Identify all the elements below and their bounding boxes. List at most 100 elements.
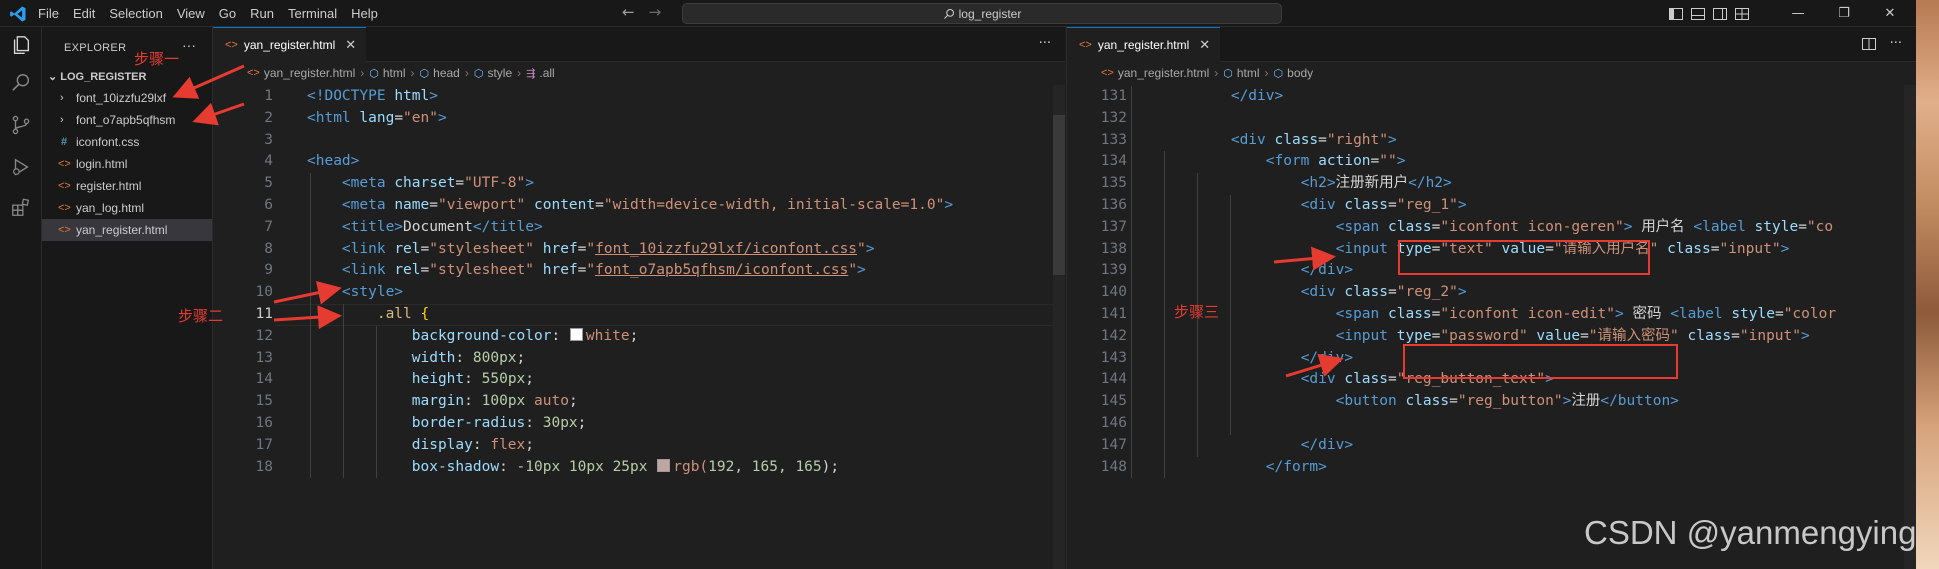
tree-folder-item[interactable]: › font_o7apb5qfhsm <box>42 109 212 131</box>
breadcrumb-separator: › <box>464 66 469 80</box>
breadcrumb-item[interactable]: html <box>383 66 406 80</box>
tree-folder-item[interactable]: › font_10izzfu29lxf <box>42 87 212 109</box>
breadcrumb-item[interactable]: head <box>433 66 460 80</box>
menu-selection[interactable]: Selection <box>109 6 162 21</box>
menu-edit[interactable]: Edit <box>73 6 95 21</box>
html-file-icon: <> <box>1079 39 1092 51</box>
code-line[interactable]: 3 <box>213 130 1065 152</box>
menu-go[interactable]: Go <box>219 6 236 21</box>
scrollbar-track[interactable] <box>1904 85 1916 569</box>
close-tab-icon[interactable]: ✕ <box>345 37 356 53</box>
code-area-right[interactable]: 131 </div> 132 133 <div class="right"> 134 … <box>1067 85 1916 569</box>
command-center-search[interactable]: log_register <box>682 3 1282 24</box>
toggle-primary-sidebar-icon[interactable] <box>1665 0 1687 27</box>
code-line[interactable]: 7 <title>Document</title> <box>213 217 1065 239</box>
color-swatch[interactable] <box>657 458 671 472</box>
code-line[interactable]: 15 margin: 100px auto; <box>213 391 1065 413</box>
code-line[interactable]: 134 <form action=""> <box>1067 151 1916 173</box>
code-line[interactable]: 147 </div> <box>1067 435 1916 457</box>
code-line[interactable]: 131 </div> <box>1067 86 1916 108</box>
line-number: 12 <box>255 327 273 344</box>
close-window-icon[interactable]: ✕ <box>1867 0 1913 27</box>
code-line[interactable]: 132 <box>1067 108 1916 130</box>
breadcrumb-item[interactable]: yan_register.html <box>1118 66 1209 80</box>
annotation-step2: 步骤二 <box>178 307 224 325</box>
highlight-box-icon-edit <box>1403 344 1678 379</box>
tab-yan-register-left[interactable]: <> yan_register.html ✕ <box>213 27 367 62</box>
breadcrumb-item[interactable]: .all <box>539 66 554 80</box>
code-area-left[interactable]: 1 <!DOCTYPE html> 2 <html lang="en"> 3 4 <head… <box>213 85 1065 569</box>
code-line[interactable]: 133 <div class="right"> <box>1067 130 1916 152</box>
code-line[interactable]: 17 display: flex; <box>213 435 1065 457</box>
code-line[interactable]: 5 <meta charset="UTF-8"> <box>213 173 1065 195</box>
breadcrumb-item[interactable]: style <box>487 66 512 80</box>
code-line[interactable]: 11 .all { <box>213 304 1065 326</box>
run-debug-icon[interactable] <box>7 153 35 181</box>
line-number: 141 <box>1100 306 1127 322</box>
tree-item-label: yan_log.html <box>76 201 145 215</box>
line-number: 5 <box>264 175 273 192</box>
scrollbar-thumb[interactable] <box>1053 115 1065 275</box>
source-control-icon[interactable] <box>7 111 35 139</box>
symbol-icon: ⬡ <box>1273 67 1284 80</box>
breadcrumb-item[interactable]: yan_register.html <box>264 66 355 80</box>
code-line[interactable]: 6 <meta name="viewport" content="width=d… <box>213 195 1065 217</box>
code-line[interactable]: 14 height: 550px; <box>213 369 1065 391</box>
code-line[interactable]: 9 <link rel="stylesheet" href="font_o7ap… <box>213 260 1065 282</box>
title-bar: File Edit Selection View Go Run Terminal… <box>0 0 1939 27</box>
menu-run[interactable]: Run <box>250 6 274 21</box>
more-actions-icon[interactable]: ··· <box>1039 36 1051 51</box>
code-text: </div> <box>1300 436 1354 453</box>
tree-file-item[interactable]: <> register.html <box>42 175 212 197</box>
code-line[interactable]: 146 <box>1067 413 1916 435</box>
breadcrumb-item[interactable]: body <box>1287 66 1313 80</box>
toggle-panel-icon[interactable] <box>1687 0 1709 27</box>
back-arrow-icon[interactable]: ← <box>622 3 635 21</box>
code-line[interactable]: 135 <h2>注册新用户</h2> <box>1067 173 1916 195</box>
html-file-icon: <> <box>58 202 71 214</box>
minimize-icon[interactable]: — <box>1775 0 1821 27</box>
forward-arrow-icon[interactable]: → <box>649 3 662 21</box>
tree-file-item[interactable]: <> yan_log.html <box>42 197 212 219</box>
tab-yan-register-right[interactable]: <> yan_register.html ✕ <box>1067 27 1221 62</box>
toggle-secondary-sidebar-icon[interactable] <box>1709 0 1731 27</box>
code-line[interactable]: 148 </form> <box>1067 457 1916 479</box>
line-number: 131 <box>1100 88 1127 104</box>
code-line[interactable]: 145 <button class="reg_button">注册</butto… <box>1067 391 1916 413</box>
split-editor-icon[interactable] <box>1861 37 1876 50</box>
more-actions-icon[interactable]: ··· <box>1890 36 1902 51</box>
more-actions-icon[interactable]: ··· <box>182 37 196 53</box>
code-line[interactable]: 4 <head> <box>213 151 1065 173</box>
code-line[interactable]: 136 <div class="reg_1"> <box>1067 195 1916 217</box>
restore-icon[interactable]: ❐ <box>1821 0 1867 27</box>
color-swatch[interactable] <box>569 327 583 341</box>
breadcrumb-separator: › <box>517 66 522 80</box>
left-editor-actions: ··· <box>1039 36 1051 51</box>
search-sidebar-icon[interactable] <box>7 69 35 97</box>
customize-layout-icon[interactable] <box>1731 0 1753 27</box>
code-line[interactable]: 18 box-shadow: -10px 10px 25px rgb(192, … <box>213 457 1065 479</box>
code-line[interactable]: 137 <span class="iconfont icon-geren"> 用… <box>1067 217 1916 239</box>
breadcrumb-item[interactable]: html <box>1237 66 1260 80</box>
code-line[interactable]: 13 width: 800px; <box>213 348 1065 370</box>
tree-file-item[interactable]: # iconfont.css <box>42 131 212 153</box>
code-line[interactable]: 12 background-color: white; <box>213 326 1065 348</box>
close-tab-icon[interactable]: ✕ <box>1199 37 1210 53</box>
chevron-right-icon: › <box>60 114 64 126</box>
workspace-folder[interactable]: ⌄ LOG_REGISTER <box>48 70 146 83</box>
menu-file[interactable]: File <box>38 6 59 21</box>
code-line[interactable]: 1 <!DOCTYPE html> <box>213 86 1065 108</box>
code-line[interactable]: 16 border-radius: 30px; <box>213 413 1065 435</box>
tree-file-item-selected[interactable]: <> yan_register.html <box>42 219 212 241</box>
code-line[interactable]: 2 <html lang="en"> <box>213 108 1065 130</box>
code-line[interactable]: 8 <link rel="stylesheet" href="font_10iz… <box>213 239 1065 261</box>
line-number: 6 <box>264 197 273 213</box>
tree-file-item[interactable]: <> login.html <box>42 153 212 175</box>
menu-terminal[interactable]: Terminal <box>288 6 337 21</box>
explorer-icon[interactable] <box>7 31 35 59</box>
code-line[interactable]: 10 <style> <box>213 282 1065 304</box>
menu-view[interactable]: View <box>177 6 205 21</box>
code-text: <link rel="stylesheet" href="font_10izzf… <box>341 240 875 257</box>
menu-help[interactable]: Help <box>351 6 378 21</box>
extensions-icon[interactable] <box>7 193 35 221</box>
